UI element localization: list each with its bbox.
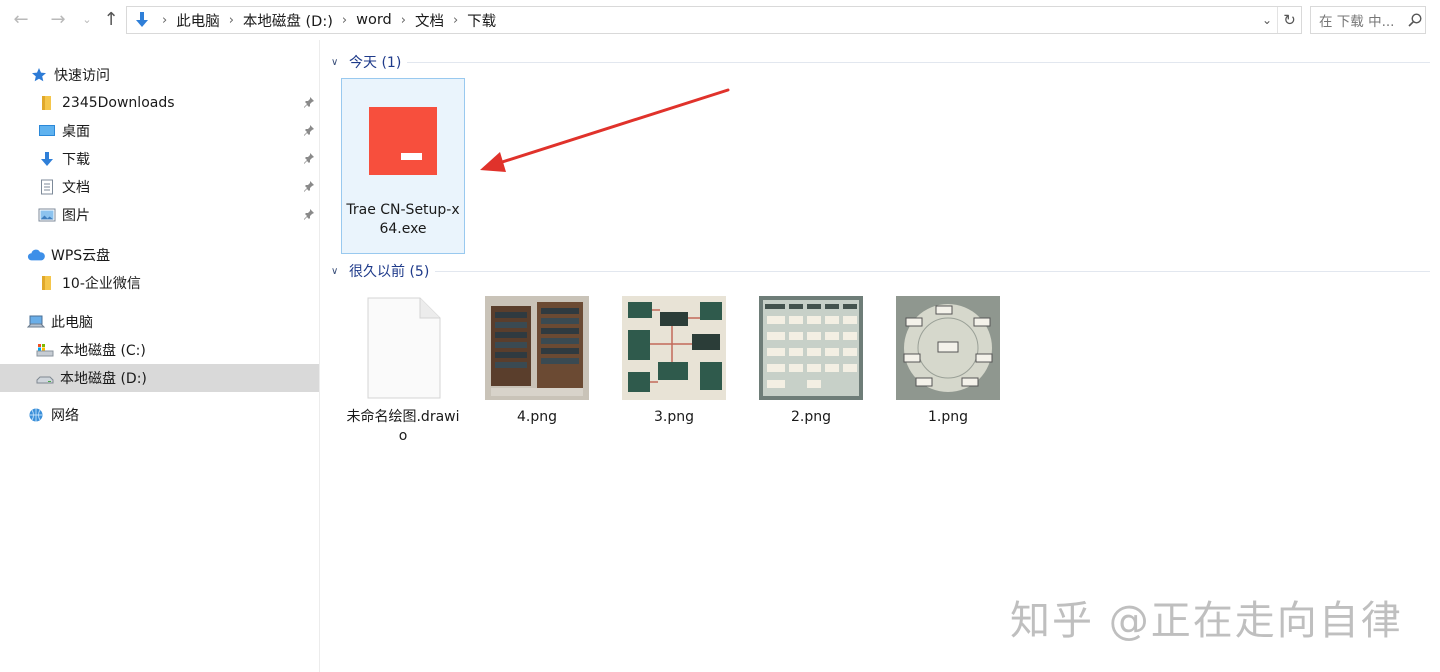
- pin-icon[interactable]: [303, 180, 315, 194]
- pin-icon[interactable]: [303, 208, 315, 222]
- up-button[interactable]: ↑: [100, 8, 122, 30]
- file-name: 未命名绘图.drawio: [346, 409, 460, 444]
- download-icon: [38, 150, 56, 168]
- trae-exe-icon: [351, 89, 455, 193]
- address-bar[interactable]: › 此电脑 › 本地磁盘 (D:) › word › 文档 › 下载 ⌄ ↻: [126, 6, 1302, 34]
- breadcrumb-separator: ›: [400, 12, 406, 28]
- search-icon[interactable]: [1405, 10, 1425, 30]
- blank-file-icon: [351, 296, 455, 400]
- file-1-png[interactable]: 1.png: [886, 286, 1010, 426]
- sidebar-item-desktop[interactable]: 桌面: [0, 117, 319, 145]
- breadcrumb-documents[interactable]: 文档: [415, 10, 444, 31]
- address-toolbar: ← → ⌄ ↑ › 此电脑 › 本地磁盘 (D:) › word › 文档 › …: [0, 0, 1440, 40]
- forward-button[interactable]: →: [47, 8, 69, 30]
- back-button[interactable]: ←: [10, 8, 32, 30]
- sidebar-quick-access[interactable]: 快速访问: [0, 61, 319, 89]
- breadcrumb-downloads[interactable]: 下载: [467, 10, 496, 31]
- breadcrumb-separator: ›: [162, 12, 168, 28]
- chevron-down-icon: ∨: [331, 56, 339, 68]
- sidebar-network[interactable]: 网络: [0, 401, 319, 429]
- sidebar-item-2345downloads[interactable]: 2345Downloads: [0, 89, 319, 117]
- file-name: 2.png: [790, 409, 831, 425]
- file-3-png[interactable]: 3.png: [612, 286, 736, 426]
- file-drawio[interactable]: 未命名绘图.drawio: [341, 286, 465, 446]
- group-header-long-ago[interactable]: ∨ 很久以前 (5): [331, 261, 429, 281]
- group-header-label: 很久以前 (5): [349, 264, 430, 280]
- file-name: Trae CN-Setup-x64.exe: [346, 202, 460, 237]
- image-thumbnail: [622, 296, 726, 400]
- sidebar-item-drive-d[interactable]: 本地磁盘 (D:): [0, 364, 319, 392]
- file-list-pane: ∨ 今天 (1) Trae CN-Setup-x64.exe ∨ 很久以前 (5…: [321, 40, 1440, 672]
- group-header-today[interactable]: ∨ 今天 (1): [331, 52, 401, 72]
- computer-icon: [27, 313, 45, 331]
- group-header-label: 今天 (1): [349, 55, 402, 71]
- sidebar-label: 网络: [51, 408, 79, 424]
- sidebar-label: 快速访问: [54, 68, 110, 84]
- watermark: 知乎 @正在走向自律: [1010, 598, 1403, 644]
- folder-icon: [38, 274, 56, 292]
- refresh-button[interactable]: ↻: [1277, 7, 1301, 33]
- sidebar-label: 图片: [62, 208, 90, 224]
- sidebar-wps-cloud[interactable]: WPS云盘: [0, 241, 319, 269]
- network-icon: [27, 406, 45, 424]
- file-name: 1.png: [927, 409, 968, 425]
- sidebar-this-pc[interactable]: 此电脑: [0, 308, 319, 336]
- sidebar-label: 下载: [62, 152, 90, 168]
- drive-icon: [36, 369, 54, 387]
- breadcrumb-drive-d[interactable]: 本地磁盘 (D:): [243, 10, 333, 31]
- file-name: 4.png: [516, 409, 557, 425]
- sidebar-item-drive-c[interactable]: 本地磁盘 (C:): [0, 336, 319, 364]
- sidebar-label: 文档: [62, 180, 90, 196]
- address-history-dropdown[interactable]: ⌄: [1257, 7, 1277, 33]
- sidebar-item-pictures[interactable]: 图片: [0, 201, 319, 229]
- sidebar-item-downloads[interactable]: 下载: [0, 145, 319, 173]
- sidebar-label: WPS云盘: [51, 248, 111, 264]
- sidebar-item-documents[interactable]: 文档: [0, 173, 319, 201]
- refresh-icon: ↻: [1283, 11, 1296, 29]
- breadcrumb-separator: ›: [228, 12, 234, 28]
- sidebar-label: 本地磁盘 (C:): [60, 343, 146, 359]
- search-box[interactable]: 在 下载 中...: [1310, 6, 1426, 34]
- chevron-down-icon: ⌄: [1261, 13, 1273, 27]
- breadcrumb-this-pc[interactable]: 此电脑: [176, 10, 220, 31]
- search-input[interactable]: 在 下载 中...: [1319, 10, 1405, 30]
- file-trae-setup-exe[interactable]: Trae CN-Setup-x64.exe: [341, 78, 465, 254]
- forward-arrow-icon: →: [50, 8, 66, 30]
- image-thumbnail: [896, 296, 1000, 400]
- up-arrow-icon: ↑: [103, 8, 119, 30]
- file-2-png[interactable]: 2.png: [749, 286, 873, 426]
- cloud-icon: [27, 246, 45, 264]
- pin-icon[interactable]: [303, 124, 315, 138]
- sidebar-label: 此电脑: [51, 315, 93, 331]
- file-4-png[interactable]: 4.png: [475, 286, 599, 426]
- image-thumbnail: [759, 296, 863, 400]
- sidebar-label: 2345Downloads: [62, 95, 175, 111]
- breadcrumb-separator: ›: [452, 12, 459, 28]
- star-icon: [30, 66, 48, 84]
- sidebar-label: 10-企业微信: [62, 276, 141, 292]
- group-divider: [435, 271, 1430, 272]
- back-arrow-icon: ←: [13, 8, 29, 30]
- chevron-down-icon: ⌄: [82, 12, 92, 26]
- group-divider: [407, 62, 1430, 63]
- sidebar-label: 本地磁盘 (D:): [60, 371, 147, 387]
- breadcrumb-word[interactable]: word: [356, 12, 392, 28]
- navigation-pane: 快速访问 2345Downloads 桌面 下载 文档 图片 WPS云盘 10-…: [0, 40, 320, 672]
- image-thumbnail: [485, 296, 589, 400]
- file-name: 3.png: [653, 409, 694, 425]
- drive-c-icon: [36, 341, 54, 359]
- pin-icon[interactable]: [303, 96, 315, 110]
- download-folder-icon: [131, 9, 153, 31]
- pictures-icon: [38, 206, 56, 224]
- document-icon: [38, 178, 56, 196]
- sidebar-item-wecom[interactable]: 10-企业微信: [0, 269, 319, 297]
- breadcrumb-separator: ›: [341, 12, 348, 28]
- recent-locations-button[interactable]: ⌄: [76, 8, 98, 30]
- chevron-down-icon: ∨: [331, 265, 339, 277]
- desktop-icon: [38, 122, 56, 140]
- sidebar-label: 桌面: [62, 124, 90, 140]
- folder-icon: [38, 94, 56, 112]
- pin-icon[interactable]: [303, 152, 315, 166]
